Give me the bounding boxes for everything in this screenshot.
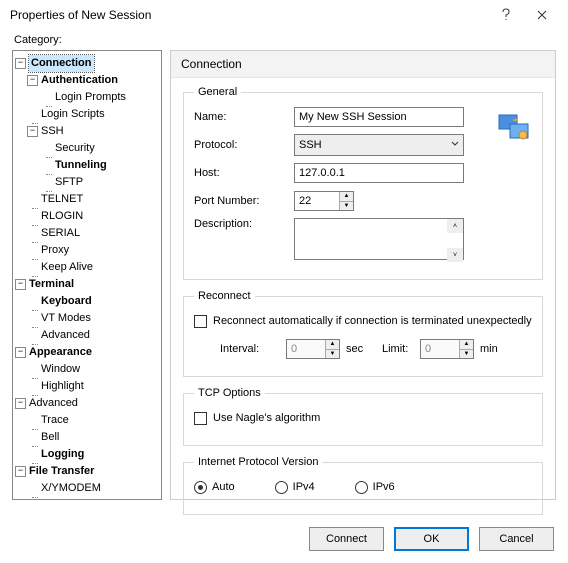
- ipv4-radio[interactable]: [275, 481, 288, 494]
- tree-ssh[interactable]: SSH: [41, 123, 64, 140]
- tree-keepalive[interactable]: Keep Alive: [41, 259, 93, 276]
- description-label: Description:: [194, 218, 294, 230]
- nagle-label: Use Nagle's algorithm: [213, 412, 320, 424]
- tree-proxy[interactable]: Proxy: [41, 242, 69, 259]
- tree-zmodem[interactable]: ZMODEM: [41, 497, 90, 500]
- tree-highlight[interactable]: Highlight: [41, 378, 84, 395]
- limit-spinner[interactable]: ▲▼: [459, 340, 473, 358]
- protocol-combo[interactable]: SSH: [294, 134, 464, 156]
- toggle-icon[interactable]: [27, 126, 38, 137]
- ok-button[interactable]: OK: [394, 527, 469, 551]
- category-tree[interactable]: Connection Authentication Login Prompts …: [12, 50, 162, 500]
- window-title: Properties of New Session: [10, 8, 488, 22]
- limit-unit: min: [480, 343, 498, 355]
- ipv-group: Internet Protocol Version Auto IPv4 IPv6: [183, 456, 543, 515]
- reconnect-check-label: Reconnect automatically if connection is…: [213, 315, 532, 327]
- ipv-auto-radio[interactable]: [194, 481, 207, 494]
- chevron-down-icon: [451, 140, 459, 148]
- connect-button[interactable]: Connect: [309, 527, 384, 551]
- tcp-group: TCP Options Use Nagle's algorithm: [183, 387, 543, 446]
- tree-appearance[interactable]: Appearance: [29, 344, 92, 361]
- toggle-icon[interactable]: [15, 279, 26, 290]
- reconnect-group: Reconnect Reconnect automatically if con…: [183, 290, 543, 377]
- description-input[interactable]: [294, 218, 464, 260]
- tree-rlogin[interactable]: RLOGIN: [41, 208, 83, 225]
- tree-window[interactable]: Window: [41, 361, 80, 378]
- name-label: Name:: [194, 111, 294, 123]
- general-legend: General: [194, 86, 241, 98]
- content-panel: Connection General Name: Protocol: SSH: [170, 50, 556, 500]
- help-button[interactable]: [488, 1, 524, 29]
- protocol-value: SSH: [299, 139, 322, 151]
- tree-connection[interactable]: Connection: [29, 55, 94, 72]
- host-label: Host:: [194, 167, 294, 179]
- toggle-icon[interactable]: [15, 347, 26, 358]
- titlebar: Properties of New Session: [0, 0, 568, 30]
- tree-login-prompts[interactable]: Login Prompts: [55, 89, 126, 106]
- ipv-legend: Internet Protocol Version: [194, 456, 322, 468]
- toggle-icon[interactable]: [15, 58, 26, 69]
- ipv6-label: IPv6: [373, 481, 395, 493]
- protocol-label: Protocol:: [194, 139, 294, 151]
- tree-xymodem[interactable]: X/YMODEM: [41, 480, 101, 497]
- general-group: General Name: Protocol: SSH Host:: [183, 86, 543, 280]
- ipv6-radio[interactable]: [355, 481, 368, 494]
- tree-bell[interactable]: Bell: [41, 429, 59, 446]
- port-label: Port Number:: [194, 195, 294, 207]
- tree-security[interactable]: Security: [55, 140, 95, 157]
- interval-unit: sec: [346, 343, 376, 355]
- reconnect-legend: Reconnect: [194, 290, 255, 302]
- tree-authentication[interactable]: Authentication: [41, 72, 118, 89]
- tree-sftp[interactable]: SFTP: [55, 174, 83, 191]
- tree-logging[interactable]: Logging: [41, 446, 84, 463]
- tree-vtmodes[interactable]: VT Modes: [41, 310, 91, 327]
- close-button[interactable]: [524, 1, 560, 29]
- reconnect-checkbox[interactable]: [194, 315, 207, 328]
- cancel-button[interactable]: Cancel: [479, 527, 554, 551]
- toggle-icon[interactable]: [15, 398, 26, 409]
- tree-telnet[interactable]: TELNET: [41, 191, 83, 208]
- tree-keyboard[interactable]: Keyboard: [41, 293, 92, 310]
- tree-advanced[interactable]: Advanced: [29, 395, 78, 412]
- tree-login-scripts[interactable]: Login Scripts: [41, 106, 105, 123]
- tree-trace[interactable]: Trace: [41, 412, 69, 429]
- panel-heading: Connection: [171, 51, 555, 78]
- ipv4-label: IPv4: [293, 481, 315, 493]
- tcp-legend: TCP Options: [194, 387, 265, 399]
- interval-label: Interval:: [220, 343, 280, 355]
- tree-advanced-term[interactable]: Advanced: [41, 327, 90, 344]
- name-input[interactable]: [294, 107, 464, 127]
- session-icon: [498, 112, 530, 145]
- tree-filetransfer[interactable]: File Transfer: [29, 463, 94, 480]
- interval-spinner[interactable]: ▲▼: [325, 340, 339, 358]
- toggle-icon[interactable]: [27, 75, 38, 86]
- toggle-icon[interactable]: [15, 466, 26, 477]
- tree-tunneling[interactable]: Tunneling: [55, 157, 107, 174]
- textarea-scrollbar[interactable]: ˄˅: [447, 219, 463, 262]
- port-spinner[interactable]: ▲▼: [339, 192, 353, 210]
- footer-buttons: Connect OK Cancel: [309, 527, 554, 551]
- limit-label: Limit:: [382, 343, 414, 355]
- category-label: Category:: [0, 30, 568, 50]
- ipv-auto-label: Auto: [212, 481, 235, 493]
- tree-terminal[interactable]: Terminal: [29, 276, 74, 293]
- host-input[interactable]: [294, 163, 464, 183]
- tree-serial[interactable]: SERIAL: [41, 225, 80, 242]
- nagle-checkbox[interactable]: [194, 412, 207, 425]
